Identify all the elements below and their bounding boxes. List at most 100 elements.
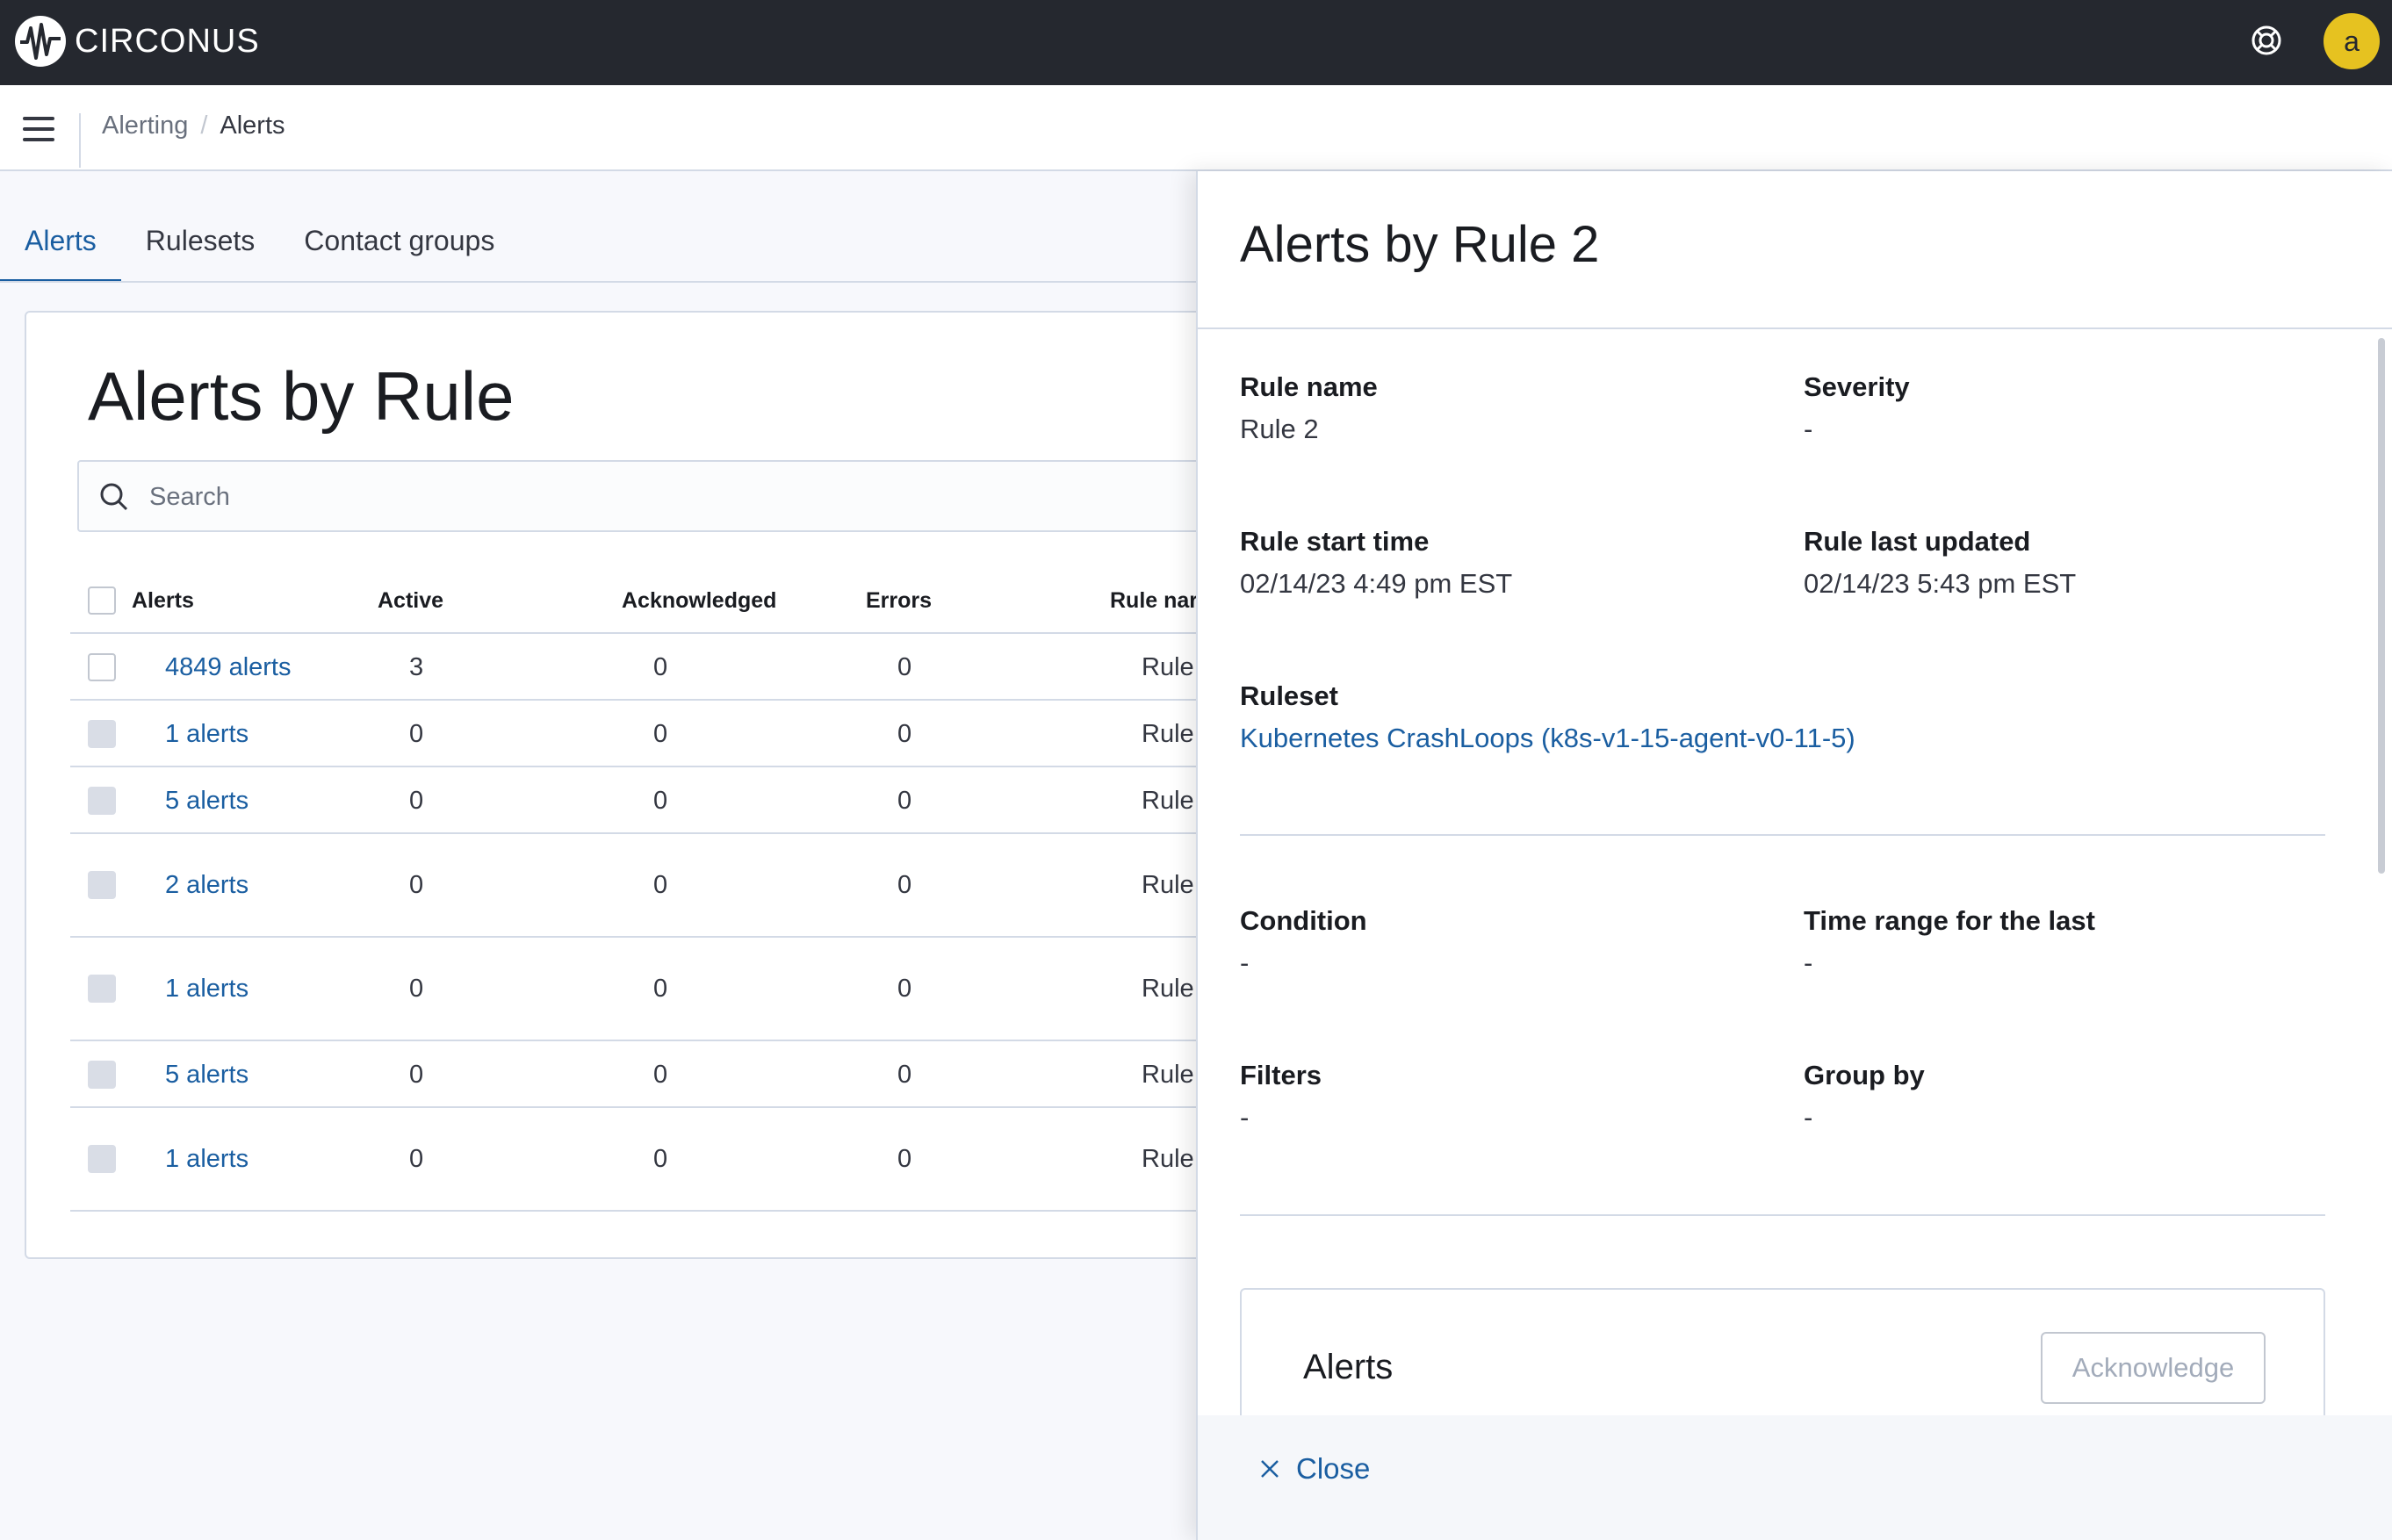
flyout-divider <box>1240 834 2325 836</box>
help-lifebuoy-icon[interactable] <box>2251 25 2282 56</box>
filters-value: - <box>1240 1102 1250 1133</box>
header-divider <box>79 113 81 168</box>
close-icon <box>1261 1460 1279 1478</box>
tab-rulesets[interactable]: Rulesets <box>121 211 280 283</box>
time-range-label: Time range for the last <box>1804 905 2095 936</box>
table-row: 1 alerts 0 0 0 Rule 2 <box>70 701 1247 767</box>
severity-label: Severity <box>1804 371 1910 402</box>
row-checkbox[interactable] <box>88 653 116 681</box>
time-range-value: - <box>1804 947 1813 978</box>
flyout-header: Alerts by Rule 2 <box>1198 171 2392 329</box>
ruleset-label: Ruleset <box>1240 680 1338 711</box>
errors-count: 0 <box>897 871 912 899</box>
table-row: 4849 alerts 3 0 0 Rule 2 <box>70 634 1247 701</box>
breadcrumb-current: Alerts <box>220 112 285 140</box>
rule-last-updated-value: 02/14/23 5:43 pm EST <box>1804 568 2077 599</box>
acknowledged-count: 0 <box>653 720 668 748</box>
active-count: 0 <box>409 787 424 815</box>
page-title: Alerts by Rule <box>88 357 515 435</box>
circonus-logo[interactable]: CIRCONUS <box>15 15 260 68</box>
alerts-by-rule-panel: Alerts by Rule Alerts Active Acknowledge… <box>25 311 1307 1259</box>
alerts-link[interactable]: 4849 alerts <box>165 653 292 682</box>
top-bar: CIRCONUS a <box>0 0 2392 85</box>
errors-count: 0 <box>897 975 912 1003</box>
acknowledge-button[interactable]: Acknowledge <box>2041 1332 2266 1404</box>
column-header-errors[interactable]: Errors <box>866 588 932 614</box>
active-count: 3 <box>409 653 424 681</box>
condition-value: - <box>1240 947 1250 978</box>
acknowledged-count: 0 <box>653 975 668 1003</box>
breadcrumb-separator: / <box>200 112 208 140</box>
acknowledged-count: 0 <box>653 871 668 899</box>
active-count: 0 <box>409 1145 424 1173</box>
search-icon <box>98 481 130 513</box>
filters-label: Filters <box>1240 1060 1322 1090</box>
row-checkbox <box>88 871 116 899</box>
errors-count: 0 <box>897 720 912 748</box>
tabs-underline <box>0 281 1196 283</box>
errors-count: 0 <box>897 1061 912 1089</box>
hamburger-menu-icon[interactable] <box>23 117 54 141</box>
table-header-row: Alerts Active Acknowledged Errors Rule n… <box>70 567 1247 634</box>
tab-contact-groups[interactable]: Contact groups <box>279 211 519 283</box>
table-row: 5 alerts 0 0 0 Rule 1 <box>70 767 1247 834</box>
group-by-value: - <box>1804 1102 1813 1133</box>
breadcrumb: Alerting / Alerts <box>102 112 285 140</box>
row-checkbox <box>88 1061 116 1089</box>
rule-start-time-label: Rule start time <box>1240 526 1430 557</box>
alerts-section-title: Alerts <box>1303 1348 1394 1386</box>
user-avatar[interactable]: a <box>2324 13 2380 69</box>
alerts-link[interactable]: 5 alerts <box>165 1061 249 1090</box>
rule-detail-flyout: Alerts by Rule 2 Rule name Rule 2 Severi… <box>1196 171 2392 1540</box>
group-by-label: Group by <box>1804 1060 1925 1090</box>
alerts-link[interactable]: 2 alerts <box>165 871 249 900</box>
flyout-footer: Close <box>1198 1415 2392 1540</box>
active-count: 0 <box>409 871 424 899</box>
row-checkbox <box>88 975 116 1003</box>
errors-count: 0 <box>897 787 912 815</box>
alerts-link[interactable]: 1 alerts <box>165 975 249 1004</box>
close-button[interactable]: Close <box>1259 1452 1370 1486</box>
active-count: 0 <box>409 1061 424 1089</box>
flyout-scrollbar[interactable] <box>2378 338 2385 874</box>
breadcrumb-alerting[interactable]: Alerting <box>102 112 188 140</box>
flyout-title: Alerts by Rule 2 <box>1240 216 1600 273</box>
acknowledged-count: 0 <box>653 653 668 681</box>
close-label: Close <box>1296 1452 1371 1485</box>
active-count: 0 <box>409 720 424 748</box>
row-checkbox <box>88 787 116 815</box>
rule-name-label: Rule name <box>1240 371 1378 402</box>
condition-label: Condition <box>1240 905 1367 936</box>
column-header-rule-name[interactable]: Rule nar <box>1110 588 1198 614</box>
table-row: 5 alerts 0 0 0 Rule 1 <box>70 1041 1247 1108</box>
rule-name-value: Rule 2 <box>1240 414 1319 444</box>
row-checkbox <box>88 720 116 748</box>
table-row: 1 alerts 0 0 0 Rule 1 <box>70 938 1247 1041</box>
tab-bar: Alerts Rulesets Contact groups <box>0 211 519 283</box>
circonus-logo-icon <box>15 16 66 67</box>
flyout-divider <box>1240 1214 2325 1216</box>
rule-last-updated-label: Rule last updated <box>1804 526 2031 557</box>
severity-value: - <box>1804 414 1813 444</box>
errors-count: 0 <box>897 653 912 681</box>
column-header-active[interactable]: Active <box>378 588 443 614</box>
alerts-link[interactable]: 1 alerts <box>165 1145 249 1174</box>
select-all-checkbox[interactable] <box>88 586 116 615</box>
ruleset-link[interactable]: Kubernetes CrashLoops (k8s-v1-15-agent-v… <box>1240 723 1855 754</box>
table-row: 1 alerts 0 0 0 Rule 1 <box>70 1108 1247 1212</box>
rule-start-time-value: 02/14/23 4:49 pm EST <box>1240 568 1513 599</box>
alerts-link[interactable]: 1 alerts <box>165 720 249 749</box>
table-row: 2 alerts 0 0 0 Rule 1 <box>70 834 1247 938</box>
acknowledged-count: 0 <box>653 1061 668 1089</box>
acknowledged-count: 0 <box>653 1145 668 1173</box>
errors-count: 0 <box>897 1145 912 1173</box>
column-header-acknowledged[interactable]: Acknowledged <box>622 588 776 614</box>
column-header-alerts[interactable]: Alerts <box>132 588 194 614</box>
active-count: 0 <box>409 975 424 1003</box>
row-checkbox <box>88 1145 116 1173</box>
acknowledged-count: 0 <box>653 787 668 815</box>
alerts-link[interactable]: 5 alerts <box>165 787 249 816</box>
tab-alerts[interactable]: Alerts <box>0 211 121 283</box>
search-box <box>77 460 1307 532</box>
search-input[interactable] <box>149 474 1203 520</box>
